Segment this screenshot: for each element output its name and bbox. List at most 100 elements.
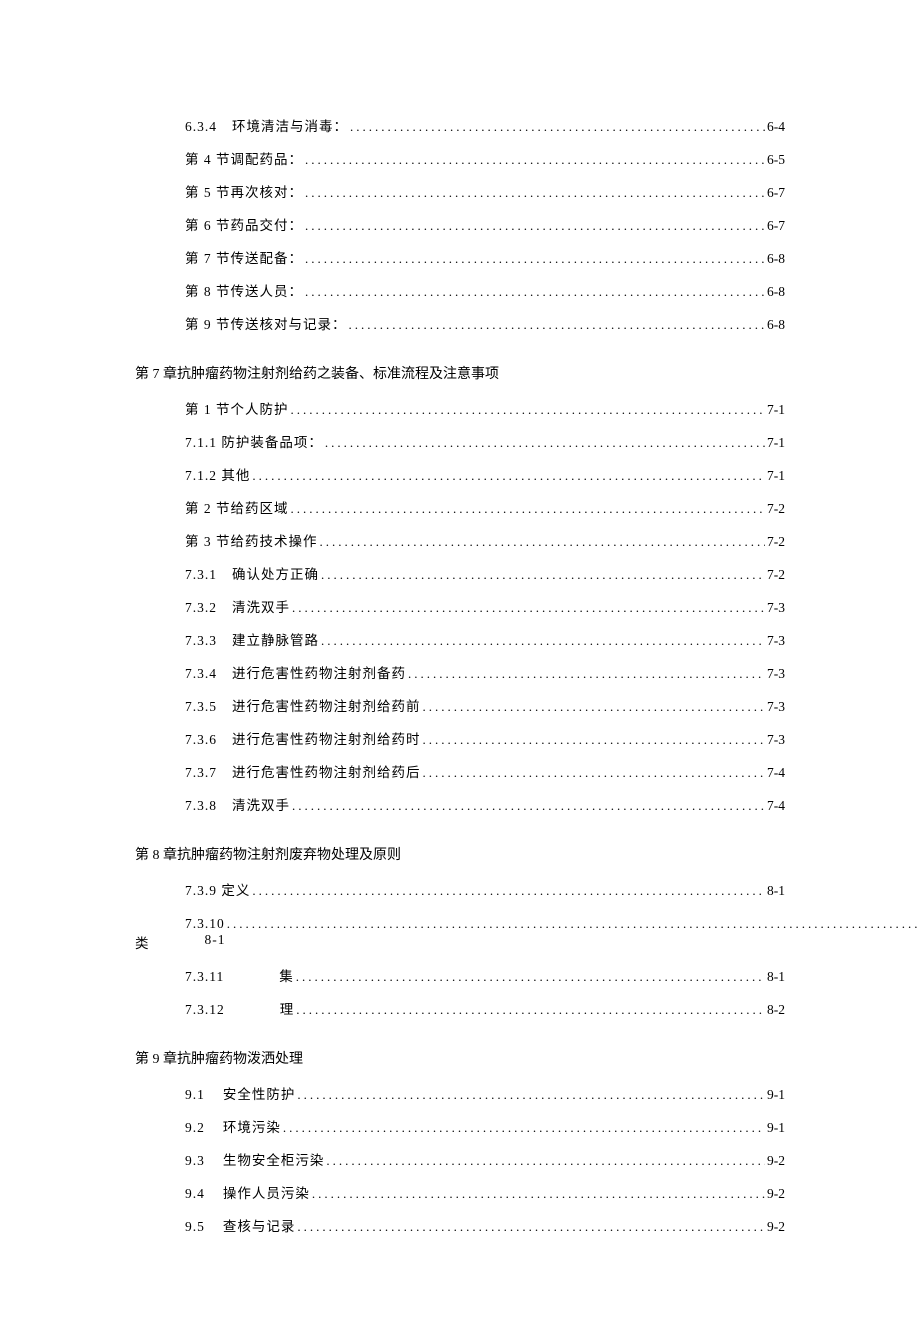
toc-entry: 9.4 操作人员污染 9-2 [135,1182,785,1202]
toc-entry: 第 9 节传送核对与记录： 6-8 [135,313,785,333]
toc-entry: 第 7 节传送配备：6-8 [135,247,785,267]
toc-dots [296,1002,765,1018]
toc-title: 7.1.2 其他 [185,464,250,484]
toc-title: 安全性防护 [223,1083,296,1103]
toc-title: 生物安全柜污染 [223,1149,325,1169]
toc-dots [292,600,765,616]
toc-entry: 7.3.1确认处方正确7-2 [135,563,785,583]
toc-title: 环境清洁与消毒： [232,115,348,135]
toc-page: 7-3 [767,633,785,649]
toc-entry: 6.3.4 环境清洁与消毒： 6-4 [135,115,785,135]
toc-number: 7.3.3 [185,633,217,649]
chapter8-wrap-entry: 7.3.10 分 类 8-1 [135,912,785,952]
toc-title: 第 9 节传送核对与记录： [185,313,347,333]
toc-title: 第 1 节个人防护 [185,398,289,418]
toc-title: 查核与记录 [223,1215,296,1235]
toc-page: 7-1 [767,468,785,484]
toc-title: 环境污染 [223,1116,281,1136]
toc-dots [312,1186,765,1202]
toc-entry: 第 2 节给药区域 7-2 [135,497,785,517]
toc-title: 7.1.1 防护装备品项： [185,431,323,451]
toc-entry: 7.3.11 集 8-1 [135,965,785,985]
toc-container: 6.3.4 环境清洁与消毒： 6-4 第 4 节调配药品：6-5 第 5 节再次核对： 6… [135,115,785,1235]
toc-page: 6-7 [767,185,785,201]
toc-page: 9-2 [767,1219,785,1235]
toc-dots [326,1153,765,1169]
toc-entry: 7.3.5进行危害性药物注射剂给药前7-3 [135,695,785,715]
toc-title: 第 3 节给药技术操作 [185,530,318,550]
toc-page: 6-8 [767,317,785,333]
chapter8-section: 第 8 章抗肿瘤药物注射剂废弃物处理及原则 7.3.9 定义 8-1 7.3.10… [135,844,785,1018]
toc-number: 7.3.5 [185,699,217,715]
toc-dots [305,284,765,300]
wrap-second-right: 8-1 [205,932,226,952]
toc-page: 9-2 [767,1186,785,1202]
toc-title: 操作人员污染 [223,1182,310,1202]
toc-page: 9-1 [767,1120,785,1136]
toc-dots [296,969,765,985]
toc-title: 理 [280,998,295,1018]
toc-page: 7-4 [767,798,785,814]
toc-page: 8-1 [767,883,785,899]
toc-number: 6.3.4 [185,119,217,135]
toc-dots [321,633,765,649]
toc-entry: 7.1.2 其他 7-1 [135,464,785,484]
toc-title: 7.3.9 定义 [185,879,250,899]
toc-dots [283,1120,765,1136]
toc-title: 清洗双手 [232,596,290,616]
toc-number: 7.3.6 [185,732,217,748]
toc-number: 7.3.4 [185,666,217,682]
toc-dots [252,883,765,899]
toc-number: 7.3.12 [185,1002,225,1018]
toc-dots [325,435,765,451]
toc-entry: 第 6 节药品交付： 6-7 [135,214,785,234]
toc-number: 9.3 [185,1153,205,1169]
toc-dots [305,185,765,201]
toc-title: 集 [279,965,294,985]
toc-entry: 9.1 安全性防护 9-1 [135,1083,785,1103]
toc-number: 9.4 [185,1186,205,1202]
toc-page: 6-7 [767,218,785,234]
toc-dots [292,798,765,814]
toc-number: 9.5 [185,1219,205,1235]
toc-entry: 9.5 查核与记录 9-2 [135,1215,785,1235]
toc-dots [350,119,765,135]
toc-number: 9.1 [185,1087,205,1103]
toc-entry: 第 4 节调配药品：6-5 [135,148,785,168]
chapter9-section: 第 9 章抗肿瘤药物泼洒处理 9.1安全性防护9-19.2环境污染9-19.3生… [135,1048,785,1235]
toc-page: 7-1 [767,435,785,451]
toc-entry: 第 8 节传送人员： 6-8 [135,280,785,300]
toc-title: 第 5 节再次核对： [185,181,303,201]
toc-title: 第 4 节调配药品： [185,148,303,168]
toc-page: 7-3 [767,699,785,715]
chapter8-entries-before: 7.3.9 定义 8-1 [135,879,785,899]
gap [150,932,205,952]
toc-page: 7-2 [767,501,785,517]
chapter7-section: 第 7 章抗肿瘤药物注射剂给药之装备、标准流程及注意事项 第 1 节个人防护7-… [135,363,785,814]
toc-page: 6-8 [767,284,785,300]
toc-dots [227,916,920,932]
toc-page: 8-1 [767,969,785,985]
toc-title: 进行危害性药物注射剂备药 [232,662,406,682]
toc-title: 建立静脉管路 [232,629,319,649]
toc-title: 第 8 节传送人员： [185,280,303,300]
toc-dots [321,567,765,583]
toc-dots [305,251,765,267]
toc-page: 7-1 [767,402,785,418]
toc-title: 第 6 节药品交付： [185,214,303,234]
toc-page: 7-3 [767,600,785,616]
toc-page: 6-4 [767,119,785,135]
toc-number: 7.3.11 [185,969,224,985]
chapter8-title: 第 8 章抗肿瘤药物注射剂废弃物处理及原则 [135,844,785,864]
toc-dots [349,317,766,333]
chapter6-tail-section: 6.3.4 环境清洁与消毒： 6-4 第 4 节调配药品：6-5 第 5 节再次核对： 6… [135,115,785,333]
toc-entry: 第 1 节个人防护 7-1 [135,398,785,418]
toc-dots [423,732,766,748]
toc-entry: 7.3.8清洗双手7-4 [135,794,785,814]
toc-page: 6-8 [767,251,785,267]
toc-title: 第 2 节给药区域 [185,497,289,517]
toc-page: 9-1 [767,1087,785,1103]
toc-entry: 9.2环境污染9-1 [135,1116,785,1136]
toc-dots [423,765,766,781]
toc-page: 9-2 [767,1153,785,1169]
